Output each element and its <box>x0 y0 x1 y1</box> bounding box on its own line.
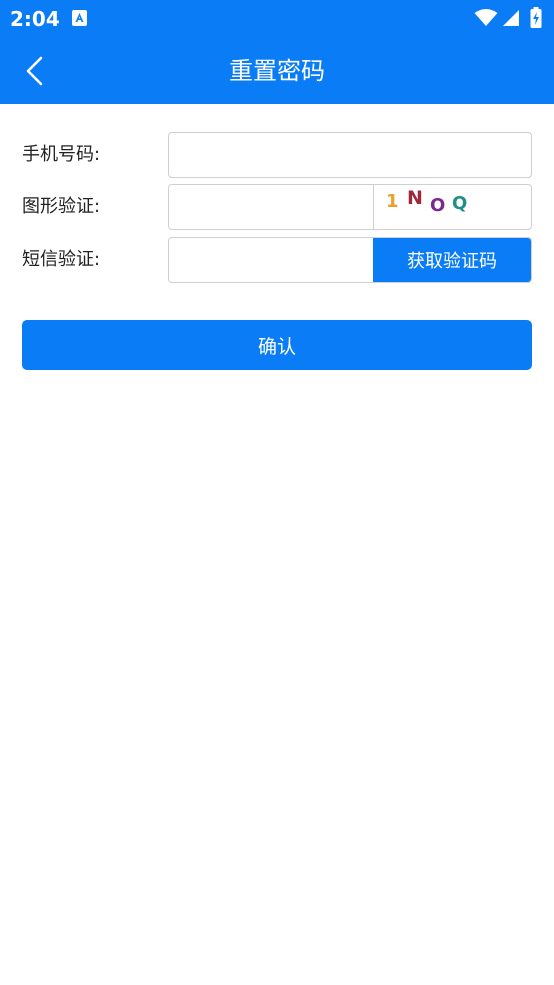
phone-label: 手机号码: <box>22 144 101 165</box>
status-time: 2:04 <box>10 7 60 31</box>
get-code-button[interactable]: 获取验证码 <box>373 238 531 282</box>
captcha-char: Q <box>452 193 468 214</box>
captcha-char: N <box>407 187 423 209</box>
captcha-image[interactable]: 1 N O Q <box>373 185 531 229</box>
sms-field: 获取验证码 <box>168 237 532 283</box>
captcha-char: 1 <box>386 191 399 212</box>
chevron-left-icon <box>26 56 43 86</box>
signal-icon <box>503 10 519 26</box>
captcha-row: 图形验证: 1 N O Q <box>0 184 554 230</box>
page-title: 重置密码 <box>229 57 325 85</box>
sms-row: 短信验证: 获取验证码 <box>0 237 554 283</box>
phone-field <box>168 132 532 178</box>
captcha-field: 1 N O Q <box>168 184 532 230</box>
back-button[interactable] <box>14 50 54 92</box>
app-notification-icon <box>72 10 87 26</box>
captcha-label: 图形验证: <box>22 196 101 217</box>
phone-input[interactable] <box>169 133 531 177</box>
phone-row: 手机号码: <box>0 132 554 178</box>
captcha-input[interactable] <box>169 185 373 229</box>
battery-icon <box>530 7 542 28</box>
sms-label: 短信验证: <box>22 249 101 270</box>
app-header: 2:04 重置密码 <box>0 0 554 104</box>
captcha-char: O <box>430 195 446 216</box>
navigation-bar: 重置密码 <box>0 38 554 104</box>
sms-code-input[interactable] <box>169 238 373 282</box>
confirm-button[interactable]: 确认 <box>22 320 532 370</box>
status-bar: 2:04 <box>0 0 554 38</box>
wifi-icon <box>474 9 498 26</box>
